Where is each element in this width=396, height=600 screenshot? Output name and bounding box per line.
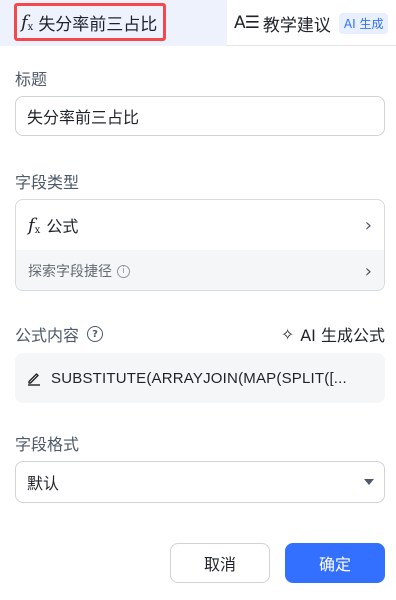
cancel-button[interactable]: 取消 [170, 543, 270, 583]
tab-bar: fx 失分率前三占比 A☰ 教学建议 AI 生成 [0, 0, 396, 46]
sparkle-icon: ✧ [280, 324, 295, 344]
help-icon[interactable]: ? [87, 326, 104, 342]
explore-shortcuts-row[interactable]: 探索字段捷径 i › [16, 250, 384, 290]
title-input[interactable]: 失分率前三占比 [15, 96, 385, 136]
fx-icon: fx [28, 214, 41, 236]
tab-formula-field[interactable]: fx 失分率前三占比 [0, 0, 227, 46]
tab-suggestion-label: 教学建议 [262, 15, 331, 36]
field-type-label: 字段类型 [15, 173, 80, 192]
field-format-label: 字段格式 [15, 435, 80, 454]
explore-shortcuts-label: 探索字段捷径 [28, 264, 112, 280]
field-format-select[interactable]: 默认 [15, 461, 385, 503]
field-format-value: 默认 [27, 474, 60, 493]
pencil-icon [28, 373, 40, 386]
fx-icon: fx [21, 11, 34, 33]
tab-teaching-suggestion[interactable]: A☰ 教学建议 AI 生成 [234, 0, 389, 46]
formula-editor[interactable]: SUBSTITUTE(ARRAYJOIN(MAP(SPLIT([... [15, 353, 385, 403]
field-config-panel: fx 失分率前三占比 A☰ 教学建议 AI 生成 标题 失分率前三占比 字段类型… [0, 0, 396, 600]
chevron-right-icon: › [364, 214, 372, 236]
field-type-card: fx 公式 › 探索字段捷径 i › [15, 199, 385, 291]
field-type-name: 公式 [46, 217, 79, 236]
formula-label: 公式内容 [15, 326, 80, 345]
confirm-button[interactable]: 确定 [285, 543, 385, 583]
info-icon: i [117, 264, 130, 278]
field-type-selector[interactable]: fx 公式 › [16, 200, 384, 250]
text-align-icon: A☰ [234, 13, 260, 33]
formula-header: 公式内容 ? ✧ AI 生成公式 [15, 322, 385, 346]
highlight-frame: fx 失分率前三占比 [14, 3, 166, 41]
title-label: 标题 [15, 70, 48, 89]
ai-generate-formula-label: AI 生成公式 [300, 326, 385, 345]
tab-formula-label: 失分率前三占比 [38, 14, 158, 35]
caret-down-icon [364, 479, 374, 485]
formula-text: SUBSTITUTE(ARRAYJOIN(MAP(SPLIT([... [51, 369, 347, 387]
ai-badge: AI 生成 [338, 12, 389, 34]
chevron-right-icon: › [364, 260, 372, 282]
ai-generate-formula-button[interactable]: ✧ AI 生成公式 [281, 322, 385, 346]
title-input-value: 失分率前三占比 [27, 108, 140, 127]
